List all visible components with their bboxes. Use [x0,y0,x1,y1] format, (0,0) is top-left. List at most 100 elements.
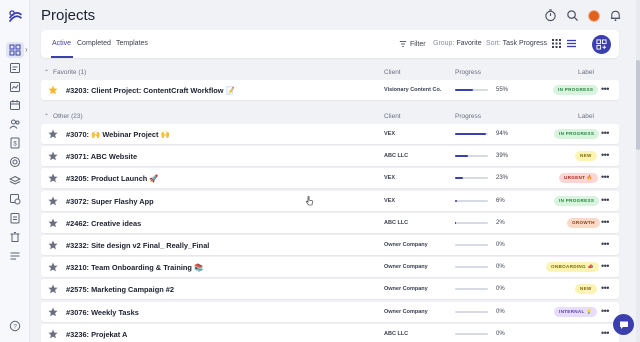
project-name[interactable]: #2462: Creative ideas [66,219,141,228]
favorite-star-icon[interactable] [48,329,58,339]
status-label-badge[interactable]: IN PROGRESS [553,85,599,95]
group-header-other[interactable]: ⌃ Other (23) Client Progress Label [41,111,619,123]
status-label-badge[interactable]: URGENT 🔥 [559,173,598,184]
status-label-badge[interactable]: NEW [575,284,597,295]
collapse-chevron-icon[interactable]: ⌃ [44,113,49,120]
project-name[interactable]: #3203: Client Project: ContentCraft Work… [66,86,235,95]
project-name[interactable]: #3232: Site design v2 Final_ Really_Fina… [66,241,209,250]
table-row[interactable]: #3070: 🙌 Webinar Project 🙌 VEX 94% IN PROGR… [41,124,619,144]
help-icon[interactable]: ? [9,320,21,332]
tab-templates[interactable]: Templates [116,40,148,47]
status-label-badge[interactable]: GROWTH [567,217,600,228]
timer-icon[interactable] [544,9,557,22]
more-options-icon[interactable]: ••• [601,239,609,249]
favorite-star-icon[interactable] [48,129,58,139]
progress-bar [455,266,488,269]
grid-view-icon[interactable] [552,39,561,48]
add-project-button[interactable] [592,35,611,54]
column-header-label: Label [578,69,594,76]
scrollbar-thumb[interactable] [636,60,640,150]
table-row[interactable]: #2575: Marketing Campaign #2 Owner Compan… [41,279,619,300]
trash-icon[interactable] [9,231,21,243]
project-name[interactable]: #3072: Super Flashy App [66,197,154,206]
column-header-client: Client [384,69,401,76]
more-options-icon[interactable]: ••• [601,261,609,271]
group-by-value: Favorite [456,40,482,47]
favorite-star-icon[interactable] [48,262,58,272]
table-row[interactable]: #3236: Projekat A ABC LLC 0% ••• [41,323,619,342]
people-icon[interactable] [9,118,21,130]
group-by-selector[interactable]: Group: Favorite [433,40,482,47]
list-view-icon[interactable] [567,39,576,48]
calendar-icon[interactable] [9,99,21,111]
more-options-icon[interactable]: ••• [601,217,609,227]
chat-support-button[interactable] [613,314,634,335]
favorite-star-icon[interactable] [48,85,58,95]
project-name[interactable]: #3205: Product Launch 🚀 [66,174,159,183]
group-by-prefix: Group: [433,40,455,47]
dashboard-icon[interactable] [6,42,24,58]
search-icon[interactable] [566,9,579,22]
table-row[interactable]: #3203: Client Project: ContentCraft Work… [41,80,619,100]
expand-sidebar-chevron-icon[interactable]: › [25,45,28,54]
group-header-favorite[interactable]: ⌃ Favorite (1) Client Progress Label [41,67,619,79]
more-options-icon[interactable]: ••• [601,172,609,182]
app-logo-icon[interactable] [7,8,24,25]
status-label-badge[interactable]: IN PROGRESS [554,195,600,206]
table-row[interactable]: #3072: Super Flashy App VEX 6% IN PROGRESS •… [41,190,619,211]
invoices-icon[interactable]: $ [9,137,21,149]
more-options-icon[interactable]: ••• [601,306,609,316]
project-name[interactable]: #3070: 🙌 Webinar Project 🙌 [66,130,170,139]
more-options-icon[interactable]: ••• [601,150,609,160]
sort-prefix: Sort: [486,40,501,47]
column-header-progress: Progress [455,113,482,120]
scrollbar-track[interactable] [636,0,640,342]
tab-active[interactable]: Active [52,40,71,47]
settings-list-icon[interactable] [9,250,21,262]
client-name: Visionary Content Co. [384,87,442,93]
timesheets-icon[interactable] [9,193,21,205]
sort-selector[interactable]: Sort: Task Progress [486,40,547,47]
favorite-star-icon[interactable] [48,196,58,206]
table-row[interactable]: #3071: ABC Website ABC LLC 39% NEW ••• [41,146,619,167]
projects-icon[interactable] [9,62,21,74]
notifications-bell-icon[interactable] [609,9,622,22]
column-header-progress: Progress [455,69,482,76]
favorite-star-icon[interactable] [48,240,58,250]
favorite-star-icon[interactable] [48,307,58,317]
project-name[interactable]: #3210: Team Onboarding & Training 📚 [66,263,203,272]
collapse-chevron-icon[interactable]: ⌃ [44,69,49,76]
table-row[interactable]: #3076: Weekly Tasks Owner Company 0% INTERN… [41,301,619,322]
filter-button[interactable]: Filter [399,40,426,48]
progress-percent: 55% [496,87,509,93]
status-label-badge[interactable]: IN PROGRESS [554,129,600,139]
progress-bar [455,155,488,158]
tasks-icon[interactable] [9,212,21,224]
project-name[interactable]: #3071: ABC Website [66,152,137,161]
project-name[interactable]: #3076: Weekly Tasks [66,308,139,317]
more-options-icon[interactable]: ••• [601,283,609,293]
table-row[interactable]: #2462: Creative ideas ABC LLC 2% GROWTH ••• [41,212,619,233]
progress-bar [455,133,488,135]
more-options-icon[interactable]: ••• [601,84,609,94]
project-name[interactable]: #2575: Marketing Campaign #2 [66,285,174,294]
favorite-star-icon[interactable] [48,151,58,161]
status-label-badge[interactable]: INTERNAL 💡 [554,306,598,317]
tab-completed[interactable]: Completed [77,40,111,47]
more-options-icon[interactable]: ••• [601,128,609,138]
status-label-badge[interactable]: ONBOARDING 📣 [546,262,599,273]
reports-icon[interactable] [9,81,21,93]
more-options-icon[interactable]: ••• [601,195,609,205]
favorite-star-icon[interactable] [48,284,58,294]
favorite-star-icon[interactable] [48,173,58,183]
table-row[interactable]: #3210: Team Onboarding & Training 📚 Owner… [41,257,619,278]
favorite-star-icon[interactable] [48,218,58,228]
stack-icon[interactable] [9,175,21,187]
status-label-badge[interactable]: NEW [575,151,597,162]
table-row[interactable]: #3232: Site design v2 Final_ Really_Fina… [41,235,619,255]
table-row[interactable]: #3205: Product Launch 🚀 VEX 23% URGENT 🔥 ••• [41,168,619,189]
goals-icon[interactable] [9,156,21,168]
more-options-icon[interactable]: ••• [601,328,609,338]
project-name[interactable]: #3236: Projekat A [66,330,127,339]
user-avatar[interactable] [588,9,600,22]
